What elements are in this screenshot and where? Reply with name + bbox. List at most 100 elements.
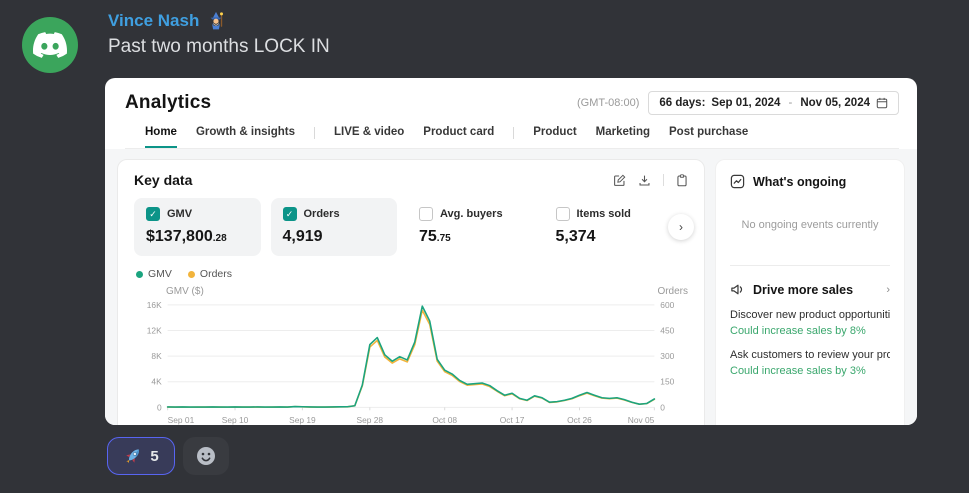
username[interactable]: Vince Nash xyxy=(108,11,199,31)
chart-area: 16K 600 12K 450 8K 300 4K 150 0 0 Sep 01 Sep 10 Sep … xyxy=(134,297,688,425)
copy-report-button[interactable] xyxy=(676,173,688,187)
analytics-screenshot: Analytics (GMT-08:00) 66 days: Sep 01, 2… xyxy=(105,78,917,425)
tab-marketing[interactable]: Marketing xyxy=(596,126,650,148)
checkbox-orders[interactable]: ✓ xyxy=(282,207,297,221)
metric-value: 4,919 xyxy=(282,228,323,245)
drive-sales-chevron-icon[interactable]: › xyxy=(886,284,890,296)
date-range-days: 66 days: xyxy=(659,97,706,109)
checkbox-gmv[interactable]: ✓ xyxy=(146,207,160,221)
metric-label: Items sold xyxy=(576,208,631,220)
metric-value: 5,374 xyxy=(555,228,596,245)
gmv-orders-line-chart[interactable]: 16K 600 12K 450 8K 300 4K 150 0 0 Sep 01 Sep 10 Sep … xyxy=(134,297,688,425)
axis-titles: GMV ($) Orders xyxy=(134,286,688,297)
sales-suggestion-item[interactable]: Discover new product opportuniti... Coul… xyxy=(730,309,890,337)
tab-divider xyxy=(513,127,515,139)
chart-legend: GMV Orders xyxy=(134,268,688,280)
tab-product[interactable]: Product xyxy=(533,126,576,148)
dashboard-content: Key data ✓ GMV $137,800.28 ✓ Orders 4,91… xyxy=(105,149,917,425)
download-icon xyxy=(639,175,650,185)
metric-card-avg-buyers[interactable]: Avg. buyers 75.75 xyxy=(407,198,534,256)
tab-divider xyxy=(313,127,315,139)
mage-emoji-icon xyxy=(210,11,224,30)
suggestion-impact: Could increase sales by 3% xyxy=(730,365,866,377)
tab-product-card[interactable]: Product card xyxy=(423,126,494,148)
svg-text:Oct 08: Oct 08 xyxy=(432,415,457,425)
tab-post-purchase[interactable]: Post purchase xyxy=(669,126,748,148)
discord-logo-icon xyxy=(33,32,67,58)
svg-text:0: 0 xyxy=(660,402,665,412)
svg-text:Oct 26: Oct 26 xyxy=(567,415,592,425)
legend-item-orders[interactable]: Orders xyxy=(187,268,233,280)
icon-divider xyxy=(663,174,664,186)
ongoing-panel-title: What's ongoing xyxy=(753,174,847,189)
key-data-title: Key data xyxy=(134,172,193,188)
svg-text:600: 600 xyxy=(660,300,674,310)
key-data-card: Key data ✓ GMV $137,800.28 ✓ Orders 4,91… xyxy=(117,159,705,425)
tab-live-video[interactable]: LIVE & video xyxy=(334,126,404,148)
events-board-icon xyxy=(730,174,745,189)
svg-text:12K: 12K xyxy=(147,325,162,335)
svg-text:Sep 19: Sep 19 xyxy=(289,415,316,425)
metric-value-decimal: .75 xyxy=(436,233,451,244)
ongoing-empty-text: No ongoing events currently xyxy=(741,219,879,231)
rocket-emoji-icon xyxy=(126,449,140,464)
metric-label: Orders xyxy=(303,208,340,220)
suggestion-title: Discover new product opportuniti... xyxy=(730,309,890,321)
svg-text:150: 150 xyxy=(660,377,674,387)
orders-legend-dot xyxy=(187,270,195,278)
date-range-picker[interactable]: 66 days: Sep 01, 2024 - Nov 05, 2024 xyxy=(648,91,899,115)
rocket-reaction-button[interactable]: 5 xyxy=(107,437,175,475)
gmv-legend-dot xyxy=(136,270,143,278)
metric-cards-row: ✓ GMV $137,800.28 ✓ Orders 4,919 Avg. bu… xyxy=(134,198,694,256)
svg-text:16K: 16K xyxy=(147,300,162,310)
calendar-icon xyxy=(876,97,888,109)
tab-bar: Home Growth & insights LIVE & video Prod… xyxy=(125,126,899,149)
metric-label: GMV xyxy=(167,208,193,220)
reaction-count: 5 xyxy=(150,447,159,465)
checkbox-avg-buyers[interactable] xyxy=(419,207,433,221)
edit-icon xyxy=(614,174,626,186)
analytics-header: Analytics (GMT-08:00) 66 days: Sep 01, 2… xyxy=(105,78,917,149)
svg-text:450: 450 xyxy=(660,325,674,335)
svg-text:Sep 01: Sep 01 xyxy=(168,415,195,425)
megaphone-icon xyxy=(731,284,743,295)
edit-metrics-button[interactable] xyxy=(613,174,626,187)
date-range-start: Sep 01, 2024 xyxy=(711,97,781,109)
tab-home[interactable]: Home xyxy=(145,126,177,148)
timezone-label: (GMT-08:00) xyxy=(577,97,640,109)
metric-card-gmv[interactable]: ✓ GMV $137,800.28 xyxy=(134,198,261,256)
metric-card-items-sold[interactable]: Items sold 5,374 xyxy=(544,198,671,256)
metric-label: Avg. buyers xyxy=(440,208,503,220)
svg-text:Sep 10: Sep 10 xyxy=(222,415,249,425)
tab-growth-insights[interactable]: Growth & insights xyxy=(196,126,295,148)
checkbox-items-sold[interactable] xyxy=(555,207,570,221)
avatar[interactable] xyxy=(22,17,78,73)
suggestion-title: Ask customers to review your pro... xyxy=(730,349,890,361)
date-range-separator: - xyxy=(788,97,793,109)
right-panel: What's ongoing No ongoing events current… xyxy=(715,159,905,425)
suggestion-impact: Could increase sales by 8% xyxy=(730,325,866,337)
panel-divider xyxy=(730,265,890,266)
svg-text:0: 0 xyxy=(157,402,162,412)
right-axis-title: Orders xyxy=(657,286,688,297)
sales-suggestion-item[interactable]: Ask customers to review your pro... Coul… xyxy=(730,349,890,377)
legend-label: GMV xyxy=(148,268,172,280)
metric-value: 75 xyxy=(419,228,437,245)
svg-text:4K: 4K xyxy=(151,377,162,387)
legend-label: Orders xyxy=(199,268,233,280)
download-button[interactable] xyxy=(638,174,651,187)
svg-text:300: 300 xyxy=(660,351,674,361)
metrics-scroll-right-button[interactable]: › xyxy=(668,214,694,240)
svg-text:Nov 05: Nov 05 xyxy=(628,415,655,425)
svg-text:8K: 8K xyxy=(151,351,162,361)
metric-card-orders[interactable]: ✓ Orders 4,919 xyxy=(270,198,397,256)
left-axis-title: GMV ($) xyxy=(166,286,204,297)
reactions-row: 5 xyxy=(107,437,229,475)
smiley-icon xyxy=(197,447,215,465)
message-text: Past two months LOCK IN xyxy=(108,36,330,57)
add-reaction-button[interactable] xyxy=(183,437,229,475)
clipboard-icon xyxy=(677,173,687,186)
drive-sales-title: Drive more sales xyxy=(753,282,854,297)
svg-text:Oct 17: Oct 17 xyxy=(500,415,525,425)
legend-item-gmv[interactable]: GMV xyxy=(136,268,172,280)
